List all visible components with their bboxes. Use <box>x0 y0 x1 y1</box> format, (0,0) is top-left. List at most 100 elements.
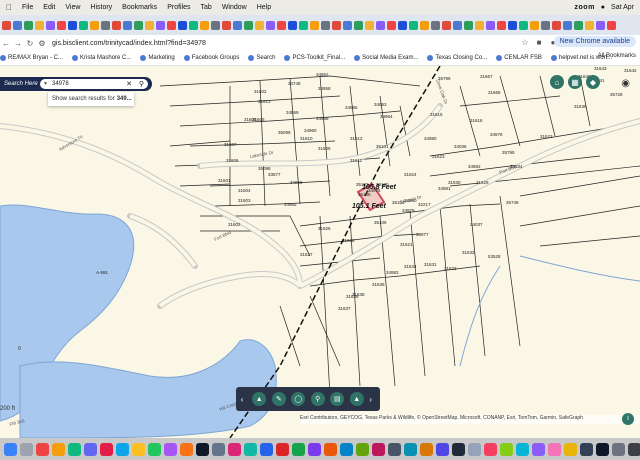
browser-tab[interactable] <box>519 20 528 30</box>
dock-app-icon[interactable] <box>132 442 145 456</box>
menu-history[interactable]: History <box>90 4 112 11</box>
parcel-label[interactable]: 31626 <box>318 226 331 231</box>
browser-tab[interactable] <box>376 20 385 30</box>
parcel-label[interactable]: 34959 <box>286 110 299 115</box>
browser-tab[interactable] <box>112 20 121 30</box>
dock-app-icon[interactable] <box>548 442 561 456</box>
parcel-label[interactable]: 31602 <box>254 89 267 94</box>
dock-app-icon[interactable] <box>116 442 129 456</box>
parcel-label[interactable]: 35749 <box>506 200 519 205</box>
browser-tab[interactable] <box>68 20 77 30</box>
parcel-label[interactable]: 31643 <box>594 66 607 71</box>
browser-tab[interactable] <box>145 20 154 30</box>
browser-tab[interactable] <box>475 20 484 30</box>
dock-app-icon[interactable] <box>420 442 433 456</box>
zoom-status[interactable]: zoom <box>575 4 595 11</box>
apple-menu-icon[interactable]:  <box>6 3 12 12</box>
browser-tab[interactable] <box>431 20 440 30</box>
browser-tab[interactable] <box>167 20 176 30</box>
extension-icon[interactable]: ■ <box>534 38 544 48</box>
dock-app-icon[interactable] <box>324 442 337 456</box>
dock-app-icon[interactable] <box>164 442 177 456</box>
dock-app-icon[interactable] <box>4 442 17 456</box>
dock-app-icon[interactable] <box>36 442 49 456</box>
browser-tab[interactable] <box>35 20 44 30</box>
parcel-label[interactable]: 31605 <box>252 117 265 122</box>
browser-tab[interactable] <box>321 20 330 30</box>
browser-tab[interactable] <box>310 20 319 30</box>
wifi-icon[interactable]: ● <box>601 4 605 11</box>
url-field[interactable]: gis.bisclient.com/trinitycad/index.html?… <box>52 40 206 47</box>
browser-tab[interactable] <box>409 20 418 30</box>
dock-app-icon[interactable] <box>100 442 113 456</box>
browser-tab[interactable] <box>123 20 132 30</box>
grid-icon[interactable]: ▦ <box>568 75 582 89</box>
dock-app-icon[interactable] <box>388 442 401 456</box>
parcel-label[interactable]: 35795 <box>502 150 515 155</box>
browser-tab[interactable] <box>398 20 407 30</box>
dock-app-icon[interactable] <box>372 442 385 456</box>
browser-tab[interactable] <box>266 20 275 30</box>
menu-view[interactable]: View <box>65 4 80 11</box>
dock-app-icon[interactable] <box>516 442 529 456</box>
parcel-label[interactable]: 31637 <box>338 306 351 311</box>
export-tool-icon[interactable]: ▲ <box>349 392 364 406</box>
browser-tab[interactable] <box>442 20 451 30</box>
dock-app-icon[interactable] <box>260 442 273 456</box>
parcel-label[interactable]: 34980 <box>424 136 437 141</box>
bookmark-item[interactable]: Social Media Exam... <box>354 55 418 61</box>
parcel-label[interactable]: 34958 <box>316 116 329 121</box>
menu-tab[interactable]: Tab <box>201 4 212 11</box>
dock-app-icon[interactable] <box>84 442 97 456</box>
parcel-label[interactable]: 31628 <box>342 238 355 243</box>
parcel-label[interactable]: 31623 <box>432 154 445 159</box>
info-icon[interactable]: i <box>622 413 634 425</box>
browser-tab[interactable] <box>508 20 517 30</box>
parcel-label[interactable]: A-591 <box>96 270 109 275</box>
parcel-label[interactable]: 34964 <box>380 114 393 119</box>
browser-tab[interactable] <box>387 20 396 30</box>
parcel-label[interactable]: 31632 <box>462 250 475 255</box>
parcel-label[interactable]: 31642 <box>624 68 637 73</box>
reload-icon[interactable]: ↻ <box>24 39 36 48</box>
parcel-label[interactable]: 34977 <box>416 232 429 237</box>
menu-bookmarks[interactable]: Bookmarks <box>122 4 157 11</box>
dock-app-icon[interactable] <box>628 442 640 456</box>
dock-app-icon[interactable] <box>452 442 465 456</box>
browser-tab[interactable] <box>79 20 88 30</box>
browser-tab[interactable] <box>178 20 187 30</box>
search-input[interactable]: ▼ 34978 ✕ ⚲ <box>40 79 148 89</box>
parcel-label[interactable]: 31607 <box>224 142 237 147</box>
browser-tab[interactable] <box>354 20 363 30</box>
dock-app-icon[interactable] <box>596 442 609 456</box>
menu-file[interactable]: File <box>22 4 33 11</box>
parcel-label[interactable]: 31611 <box>350 158 363 163</box>
parcel-label[interactable]: 31622 <box>540 134 553 139</box>
parcel-label[interactable]: 34958 <box>318 86 331 91</box>
toolbar-next-button[interactable]: › <box>369 395 375 404</box>
bookmark-item[interactable]: Marketing <box>140 55 175 61</box>
browser-tab[interactable] <box>420 20 429 30</box>
parcel-label[interactable]: 31634 <box>404 264 417 269</box>
menu-help[interactable]: Help <box>257 4 271 11</box>
dock-app-icon[interactable] <box>484 442 497 456</box>
map-canvas[interactable]: 3486234748349583160231613349653495331608… <box>0 66 640 438</box>
parcel-label[interactable]: 35101 <box>376 144 389 149</box>
parcel-label[interactable]: 31665 <box>488 90 501 95</box>
parcel-label[interactable]: 35106 <box>374 220 387 225</box>
browser-tab[interactable] <box>541 20 550 30</box>
parcel-label[interactable]: 34862 <box>316 72 329 77</box>
parcel-label[interactable]: 31638 <box>352 292 365 297</box>
browser-tab[interactable] <box>244 20 253 30</box>
measure-tool-icon[interactable]: ◯ <box>291 392 306 406</box>
browser-tab[interactable] <box>299 20 308 30</box>
parcel-label[interactable]: 31604 <box>238 188 251 193</box>
menu-window[interactable]: Window <box>222 4 247 11</box>
parcel-label[interactable]: 34983 <box>386 270 399 275</box>
browser-tab[interactable] <box>464 20 473 30</box>
dock-app-icon[interactable] <box>292 442 305 456</box>
browser-tab[interactable] <box>497 20 506 30</box>
browser-tab[interactable] <box>156 20 165 30</box>
parcel-label[interactable]: 31631 <box>424 262 437 267</box>
parcel-label[interactable]: 31606 <box>226 158 239 163</box>
